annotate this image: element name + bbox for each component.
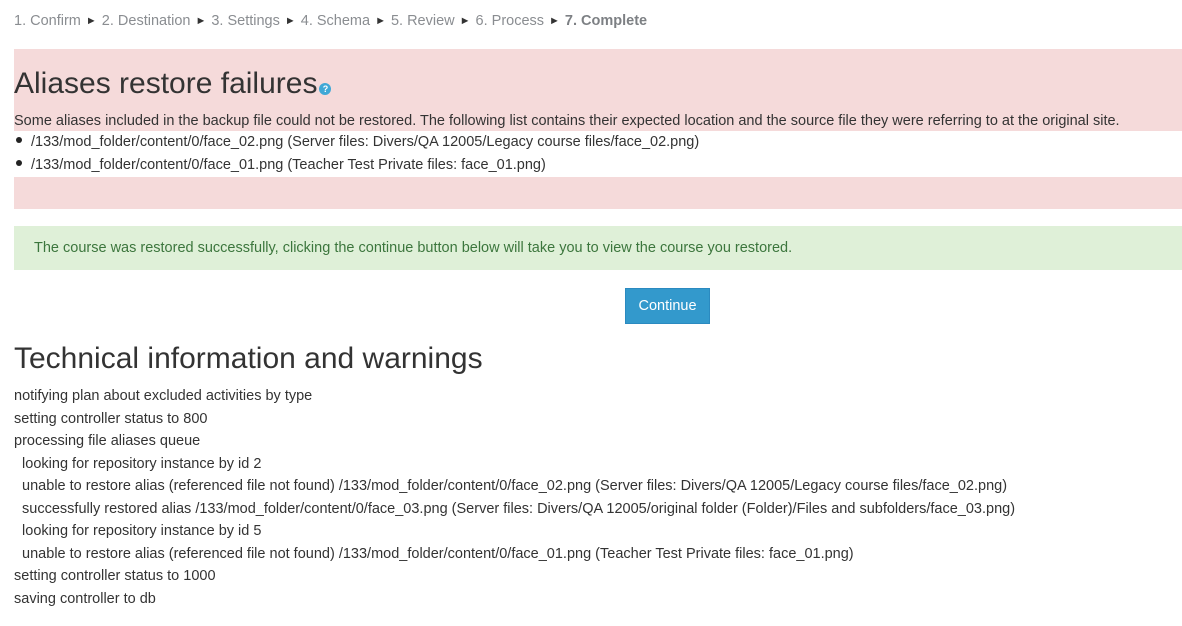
log-line: setting controller status to 800	[14, 410, 208, 427]
step-complete: 7. Complete	[564, 13, 648, 29]
log-line: unable to restore alias (referenced file…	[14, 478, 1008, 494]
continue-button[interactable]: Continue	[625, 288, 710, 324]
failed-alias-text: /133/mod_folder/content/0/face_01.png (T…	[31, 157, 546, 173]
log-line: looking for repository instance by id 2	[14, 455, 262, 472]
step-schema: 4. Schema	[300, 13, 371, 29]
failed-aliases-list: /133/mod_folder/content/0/face_02.png (S…	[14, 134, 699, 180]
aliases-failure-title: Aliases restore failures	[14, 67, 318, 100]
step-review: 5. Review	[390, 13, 455, 29]
log-line: successfully restored alias /133/mod_fol…	[14, 500, 1016, 517]
log-line: unable to restore alias (referenced file…	[14, 545, 854, 562]
list-item: /133/mod_folder/content/0/face_01.png (T…	[14, 157, 699, 180]
aliases-failure-description: Some aliases included in the backup file…	[14, 113, 1120, 129]
step-arrow-icon: ►	[195, 15, 207, 27]
restore-success-notice: The course was restored successfully, cl…	[14, 226, 1182, 270]
restore-steps-breadcrumb: 1. Confirm ► 2. Destination ► 3. Settings ► 4.…	[14, 13, 647, 29]
step-arrow-icon: ►	[85, 15, 97, 27]
step-process: 6. Process	[475, 13, 545, 29]
step-destination: 2. Destination	[101, 13, 191, 29]
technical-log: notifying plan about excluded activities…	[14, 386, 1015, 611]
failed-alias-text: /133/mod_folder/content/0/face_02.png (S…	[31, 134, 700, 150]
log-line: looking for repository instance by id 5	[14, 523, 262, 539]
step-arrow-icon: ►	[459, 15, 471, 27]
bullet-icon	[16, 137, 22, 143]
technical-info-heading: Technical information and warnings	[14, 342, 483, 375]
aliases-failure-heading: Aliases restore failures?	[14, 67, 332, 101]
step-arrow-icon: ►	[375, 15, 386, 27]
step-confirm: 1. Confirm	[14, 13, 81, 29]
aliases-failure-notice: Aliases restore failures? Some aliases i…	[14, 49, 1182, 209]
error-background-bottom	[14, 177, 1182, 209]
log-line: notifying plan about excluded activities…	[14, 388, 313, 404]
restore-success-message: The course was restored successfully, cl…	[34, 240, 793, 256]
bullet-icon	[16, 160, 22, 166]
log-line: saving controller to db	[14, 590, 156, 607]
restore-complete-page: 1. Confirm ► 2. Destination ► 3. Settings ► 4.…	[0, 0, 1182, 626]
help-icon[interactable]: ?	[319, 83, 332, 95]
log-line: setting controller status to 1000	[14, 568, 216, 584]
step-arrow-icon: ►	[549, 15, 560, 27]
log-line: processing file aliases queue	[14, 433, 201, 449]
step-arrow-icon: ►	[284, 15, 296, 27]
step-settings: 3. Settings	[211, 13, 280, 29]
list-item: /133/mod_folder/content/0/face_02.png (S…	[14, 134, 699, 157]
